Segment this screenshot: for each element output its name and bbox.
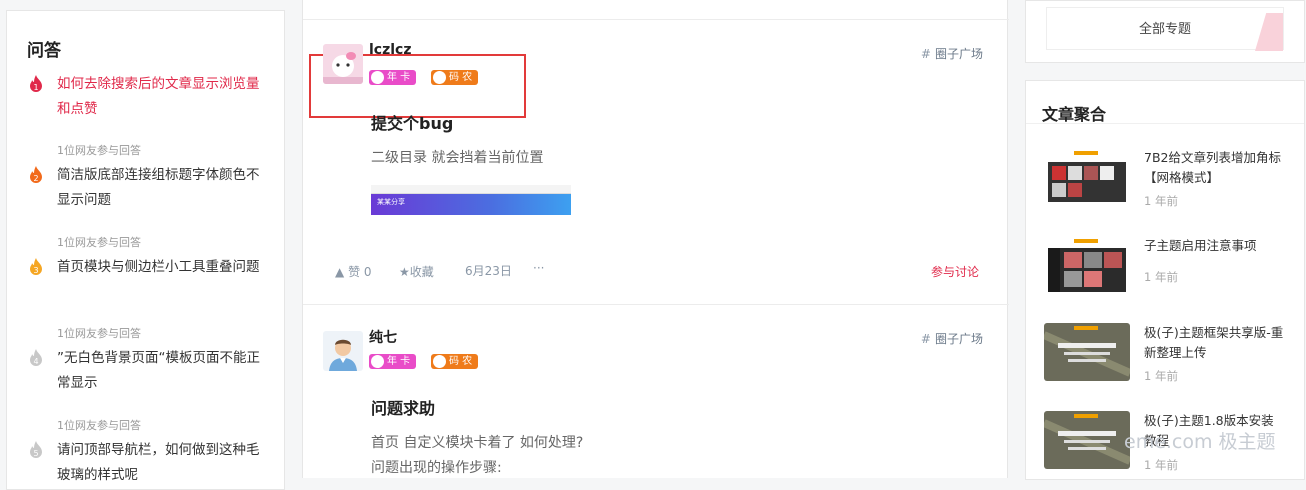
level-badge: 码 农: [431, 70, 479, 85]
more-button[interactable]: ···: [533, 261, 544, 275]
qa-item-meta: 1位网友参与回答: [57, 327, 141, 340]
article-date: 1 年前: [1144, 194, 1178, 208]
level-badge: 码 农: [431, 354, 479, 369]
post-image[interactable]: 某某分享: [371, 185, 571, 215]
article-aggregate: 文章聚合 7B2给文章列表增加角标【网格模式】 1 年前 子主题启用注意事项 1…: [1025, 80, 1305, 480]
vip-badge: 年 卡: [369, 70, 417, 85]
post-excerpt: 二级目录 就会挡着当前位置: [371, 150, 544, 166]
heart-icon: [433, 355, 446, 368]
vip-badge: 年 卡: [369, 354, 417, 369]
post-feed: lczlcz 年 卡 码 农 # 圈子广场 提交个bug 二级目录 就会挡着当前位…: [302, 0, 1009, 478]
fire-rank-icon: 3: [30, 258, 42, 275]
watermark: eme.com 极主题: [1124, 431, 1276, 453]
qa-item-title[interactable]: 首页模块与侧边栏小工具重叠问题: [57, 255, 262, 280]
article-thumbnail[interactable]: [1044, 236, 1130, 294]
heart-icon: [433, 71, 446, 84]
hash-icon: #: [920, 332, 931, 346]
qa-panel: 问答 1 如何去除搜索后的文章显示浏览量和点赞 1位网友参与回答 2 简洁版底部…: [6, 10, 285, 490]
author-name[interactable]: 纯七: [369, 327, 397, 347]
favorite-button[interactable]: ★收藏: [399, 263, 434, 280]
join-discussion-link[interactable]: 参与讨论: [931, 263, 979, 280]
post-excerpt-line: 首页 自定义模块卡着了 如何处理?: [371, 435, 584, 451]
article-thumbnail[interactable]: [1044, 323, 1130, 381]
svg-text:2: 2: [33, 174, 38, 183]
hash-icon: #: [920, 47, 931, 61]
qa-item-title[interactable]: 请问顶部导航栏，如何做到这种毛玻璃的样式呢: [57, 438, 262, 488]
qa-item-meta: 1位网友参与回答: [57, 419, 141, 432]
divider: [1026, 123, 1304, 124]
like-icon: ▲: [335, 265, 345, 279]
avatar[interactable]: [323, 331, 363, 371]
corner-decoration: [1255, 13, 1283, 51]
author-name[interactable]: lczlcz: [369, 42, 412, 58]
post-date: 6月23日: [465, 264, 512, 278]
avatar[interactable]: [323, 44, 363, 84]
post-title[interactable]: 提交个bug: [371, 110, 453, 134]
post-card: 纯七 年 卡 码 农 # 圈子广场 问题求助 首页 自定义模块卡着了 如何处理? …: [303, 305, 1009, 485]
article-date: 1 年前: [1144, 458, 1178, 472]
svg-text:5: 5: [33, 449, 38, 458]
crown-icon: [371, 71, 384, 84]
qa-item-title[interactable]: 简洁版底部连接组标题字体颜色不显示问题: [57, 163, 262, 213]
post-card: lczlcz 年 卡 码 农 # 圈子广场 提交个bug 二级目录 就会挡着当前位…: [303, 20, 1009, 305]
avatar-image: [323, 331, 363, 371]
fire-rank-icon: 5: [30, 441, 42, 458]
like-button[interactable]: ▲ 赞 0: [335, 263, 372, 280]
aggregate-title: 文章聚合: [1042, 105, 1107, 124]
circle-tag[interactable]: # 圈子广场: [921, 45, 983, 62]
svg-text:4: 4: [33, 357, 38, 366]
fire-rank-icon: 1: [30, 75, 42, 92]
article-thumbnail[interactable]: [1044, 148, 1130, 206]
post-excerpt-line: 问题出现的操作步骤:: [371, 460, 502, 476]
post-title[interactable]: 问题求助: [371, 395, 435, 419]
qa-item-meta: 1位网友参与回答: [57, 144, 141, 157]
article-date: 1 年前: [1144, 270, 1178, 284]
fire-rank-icon: 4: [30, 349, 42, 366]
crown-icon: [371, 355, 384, 368]
all-topics-button[interactable]: 全部专题: [1046, 7, 1284, 51]
qa-item-meta: 1位网友参与回答: [57, 236, 141, 249]
circle-tag[interactable]: # 圈子广场: [921, 330, 983, 347]
star-icon: ★: [399, 265, 410, 279]
topic-box: 全部专题: [1025, 0, 1305, 63]
qa-item-title[interactable]: ”无白色背景页面“模板页面不能正常显示: [57, 346, 262, 396]
article-thumbnail[interactable]: [1044, 411, 1130, 469]
fire-rank-icon: 2: [30, 166, 42, 183]
article-date: 1 年前: [1144, 369, 1178, 383]
article-title[interactable]: 极(子)主题框架共享版-重新整理上传: [1144, 323, 1284, 363]
qa-title: 问答: [27, 41, 61, 61]
article-title[interactable]: 子主题启用注意事项: [1144, 236, 1284, 256]
article-title[interactable]: 7B2给文章列表增加角标【网格模式】: [1144, 148, 1284, 188]
avatar-image: [323, 44, 363, 84]
svg-text:3: 3: [33, 266, 38, 275]
qa-item-title[interactable]: 如何去除搜索后的文章显示浏览量和点赞: [57, 72, 262, 122]
svg-text:1: 1: [33, 83, 38, 92]
